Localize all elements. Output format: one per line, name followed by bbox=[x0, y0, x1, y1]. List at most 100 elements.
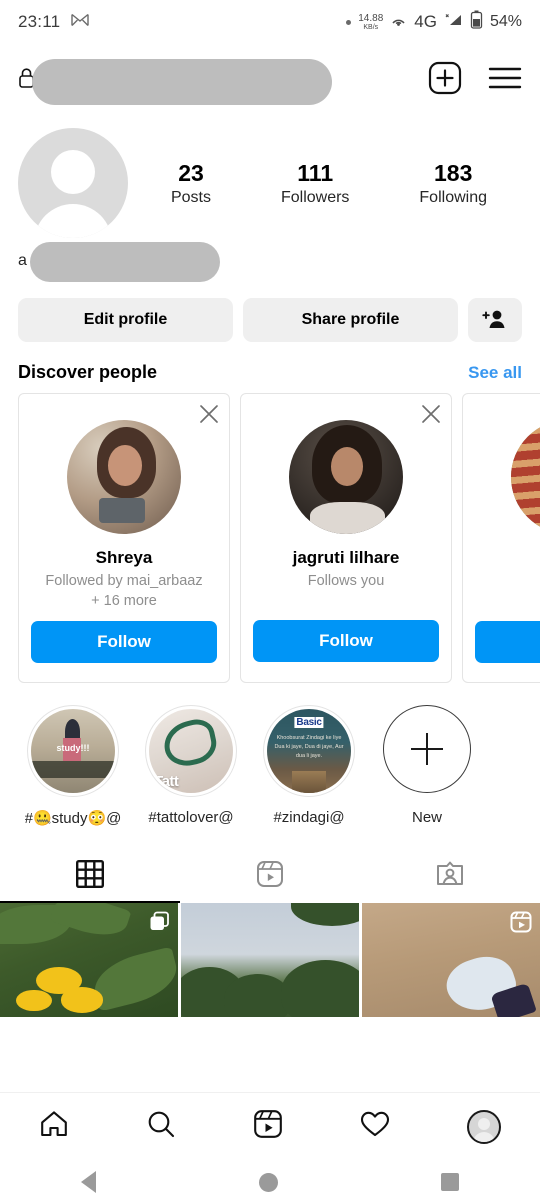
profile-bio: a bbox=[0, 238, 540, 284]
username-button[interactable] bbox=[18, 58, 418, 105]
stat-posts[interactable]: 23 Posts bbox=[171, 159, 211, 208]
status-bar-left: 23:11 bbox=[18, 12, 89, 32]
profile-top-bar bbox=[0, 44, 540, 116]
nav-home[interactable] bbox=[39, 1109, 69, 1144]
profile-actions: Edit profile Share profile bbox=[0, 284, 540, 342]
profile-stats: 23 Posts 111 Followers 183 Following bbox=[128, 159, 522, 208]
highlight-thumb-lines: Khoobsurat Zindagi ke liye Dua ki jaye, … bbox=[274, 735, 344, 760]
discover-people-header: Discover people See all bbox=[0, 342, 540, 393]
discover-card[interactable]: Shreya Followed by mai_arbaaz + 16 more … bbox=[18, 393, 230, 684]
story-highlights: study!!! #🤐study😳@ Tatt #tattolover@ Bas… bbox=[0, 683, 540, 827]
network-type: 4G bbox=[414, 12, 437, 31]
highlight-study[interactable]: study!!! #🤐study😳@ bbox=[14, 705, 132, 827]
highlight-ring: Basic Khoobsurat Zindagi ke liye Dua ki … bbox=[263, 705, 355, 798]
avatar-photo-detail bbox=[108, 445, 143, 487]
new-post-icon[interactable] bbox=[428, 61, 462, 100]
post-thumbnail[interactable] bbox=[362, 903, 540, 1018]
close-icon[interactable] bbox=[198, 403, 220, 425]
stat-followers-label: Followers bbox=[280, 189, 350, 207]
profile-avatar-icon bbox=[467, 1109, 502, 1144]
stat-posts-count: 23 bbox=[178, 159, 204, 186]
highlight-zindagi[interactable]: Basic Khoobsurat Zindagi ke liye Dua ki … bbox=[250, 705, 368, 826]
highlight-thumbnail: Tatt bbox=[149, 709, 233, 794]
reels-icon bbox=[256, 860, 284, 893]
grid-icon bbox=[76, 859, 105, 893]
highlight-label: New bbox=[411, 809, 442, 827]
edit-profile-button[interactable]: Edit profile bbox=[18, 298, 233, 342]
stat-followers[interactable]: 111 Followers bbox=[281, 159, 349, 208]
home-circle-icon[interactable] bbox=[258, 1172, 278, 1192]
stat-following-label: Following bbox=[419, 189, 487, 207]
nav-search[interactable] bbox=[146, 1109, 176, 1144]
nav-profile[interactable] bbox=[467, 1109, 502, 1144]
stat-followers-count: 111 bbox=[297, 159, 334, 186]
stat-following-count: 183 bbox=[434, 159, 473, 186]
status-bar-right: 14.88 KB/s 4G 54% bbox=[346, 10, 522, 34]
discover-card-avatar[interactable] bbox=[289, 420, 403, 534]
stat-following[interactable]: 183 Following bbox=[419, 159, 487, 208]
profile-header: 23 Posts 111 Followers 183 Following bbox=[0, 116, 540, 238]
discover-card-subtitle-line2: + 16 more bbox=[91, 592, 157, 609]
post-thumbnail[interactable] bbox=[0, 903, 178, 1018]
hotspot-icon bbox=[390, 12, 407, 32]
highlight-thumbnail: Basic Khoobsurat Zindagi ke liye Dua ki … bbox=[267, 709, 351, 794]
post-thumbnail[interactable] bbox=[181, 903, 359, 1018]
post-detail bbox=[280, 960, 359, 1018]
highlight-new[interactable]: New bbox=[368, 705, 486, 826]
follow-button[interactable]: Follow bbox=[253, 620, 439, 662]
bottom-navigation bbox=[0, 1092, 540, 1160]
discover-people-carousel[interactable]: Shreya Followed by mai_arbaaz + 16 more … bbox=[0, 393, 540, 684]
bio-redaction bbox=[30, 242, 220, 282]
highlight-tattolover[interactable]: Tatt #tattolover@ bbox=[132, 705, 250, 826]
status-time: 23:11 bbox=[18, 12, 61, 31]
tab-grid[interactable] bbox=[0, 849, 180, 904]
discover-people-toggle-button[interactable] bbox=[468, 298, 522, 342]
username-redaction bbox=[32, 58, 332, 105]
hamburger-menu-icon[interactable] bbox=[488, 65, 522, 96]
reels-icon bbox=[510, 911, 532, 938]
status-bar: 23:11 14.88 KB/s 4G 54% bbox=[0, 0, 540, 44]
avatar-photo bbox=[289, 420, 403, 534]
recents-square-icon[interactable] bbox=[440, 1173, 459, 1191]
discover-card-subtitle-line1: Follows you bbox=[307, 573, 385, 589]
discover-card-name: Adi bbox=[475, 548, 540, 568]
home-icon bbox=[39, 1109, 69, 1144]
share-profile-button[interactable]: Share profile bbox=[243, 298, 458, 342]
discover-card-avatar[interactable] bbox=[511, 420, 540, 534]
discover-card-subtitle-line2: + bbox=[475, 592, 540, 612]
tab-reels[interactable] bbox=[180, 849, 360, 903]
battery-icon bbox=[470, 10, 483, 34]
avatar-photo-detail bbox=[511, 420, 540, 534]
nav-reels[interactable] bbox=[253, 1109, 283, 1144]
close-icon[interactable] bbox=[420, 403, 442, 425]
follow-button[interactable]: Follow bbox=[31, 621, 217, 664]
highlight-label: #zindagi@ bbox=[273, 809, 345, 827]
network-speed-value: 14.88 bbox=[358, 12, 384, 24]
plus-circle-icon[interactable] bbox=[383, 705, 471, 794]
highlight-thumb-title: Basic bbox=[294, 716, 324, 728]
highlight-label: #tattolover@ bbox=[148, 809, 234, 827]
signal-bars-icon bbox=[444, 12, 463, 32]
post-detail bbox=[60, 987, 104, 1013]
discover-card[interactable]: Adi Followe + bbox=[462, 393, 540, 684]
discover-card-subtitle-line1: Followed by mai_arbaaz bbox=[45, 573, 203, 589]
gmail-icon bbox=[71, 12, 89, 32]
avatar-head-shape bbox=[478, 1117, 491, 1130]
search-icon bbox=[146, 1109, 176, 1144]
profile-avatar[interactable] bbox=[18, 128, 128, 238]
see-all-link[interactable]: See all bbox=[468, 363, 522, 383]
network-speed: 14.88 KB/s bbox=[358, 12, 384, 31]
discover-card-subtitle: Follows you bbox=[253, 572, 439, 610]
avatar-photo-detail bbox=[98, 497, 145, 523]
avatar-photo bbox=[511, 420, 540, 534]
tab-tagged[interactable] bbox=[360, 849, 540, 903]
battery-percent: 54% bbox=[489, 13, 522, 30]
nav-activity[interactable] bbox=[360, 1110, 390, 1143]
back-triangle-icon[interactable] bbox=[81, 1171, 97, 1193]
status-dot-icon bbox=[346, 19, 352, 25]
discover-card[interactable]: jagruti lilhare Follows you Follow bbox=[240, 393, 452, 684]
follow-button[interactable] bbox=[475, 621, 540, 664]
avatar-photo-detail bbox=[331, 447, 364, 487]
post-detail bbox=[49, 903, 132, 944]
discover-card-avatar[interactable] bbox=[67, 420, 181, 534]
